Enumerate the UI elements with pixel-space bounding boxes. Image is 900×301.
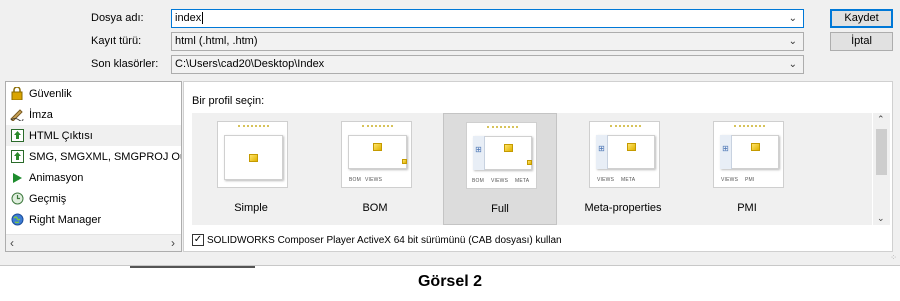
profile-tag: META <box>515 178 530 184</box>
profile-tag: VIEWS <box>721 177 739 183</box>
globe-icon <box>10 213 24 227</box>
profile-thumbnail: ⊞ BOM VIEWS META <box>466 122 537 189</box>
profile-name: Meta-properties <box>584 202 662 214</box>
chevron-down-icon[interactable]: ⌄ <box>789 10 797 27</box>
chevron-down-icon[interactable]: ⌄ <box>789 33 797 50</box>
sidebar-item-right-manager[interactable]: Right Manager <box>6 209 181 230</box>
figure-caption: Görsel 2 <box>417 273 483 290</box>
profile-tile-pmi[interactable]: ⊞ VIEWS PMI PMI <box>691 113 805 225</box>
profile-tag: VIEWS <box>491 178 509 184</box>
history-icon <box>10 192 24 206</box>
sidebar-item-label: SMG, SMGXML, SMGPROJ Outpu <box>29 150 181 163</box>
save-dialog: Dosya adı: index ⌄ Kayıt türü: html (.ht… <box>0 0 900 266</box>
filetype-select[interactable]: html (.html, .htm) ⌄ <box>171 32 804 51</box>
profile-name: PMI <box>737 202 757 214</box>
sidebar-item-label: İmza <box>29 108 53 121</box>
profile-name: Simple <box>234 202 268 214</box>
lock-icon <box>10 87 24 101</box>
profile-tag: VIEWS <box>597 177 615 183</box>
profile-gallery-scrollbar[interactable]: ⌃ ⌄ <box>873 113 890 225</box>
profile-tile-meta-properties[interactable]: ⊞ VIEWS META Meta-properties <box>567 113 681 225</box>
profile-thumbnail: ⊞ VIEWS META <box>589 121 660 188</box>
profile-tag: BOM <box>472 178 484 184</box>
tree-icon: ⊞ <box>720 135 732 169</box>
export-arrow-icon <box>10 150 24 164</box>
profile-tile-full[interactable]: ⊞ BOM VIEWS META Full <box>443 113 557 225</box>
cube-icon <box>249 154 258 162</box>
profile-gallery: Simple BOM VIEWS BOM ⊞ BOM VIEWS META Fu… <box>192 113 872 225</box>
cube-icon <box>751 143 760 151</box>
recent-folders-label: Son klasörler: <box>91 58 159 70</box>
cube-icon <box>504 144 513 152</box>
profile-thumbnail <box>217 121 288 188</box>
profile-thumbnail: ⊞ VIEWS PMI <box>713 121 784 188</box>
sidebar-item-html-output[interactable]: HTML Çıktısı <box>6 125 181 146</box>
cube-icon <box>627 143 636 151</box>
filename-value: index <box>175 12 202 24</box>
sidebar-item-smg-output[interactable]: SMG, SMGXML, SMGPROJ Outpu <box>6 146 181 167</box>
sidebar-item-label: Geçmiş <box>29 192 67 205</box>
recent-folders-value: C:\Users\cad20\Desktop\Index <box>175 58 325 70</box>
scrollbar-thumb[interactable] <box>876 129 887 175</box>
profile-name: Full <box>491 203 509 215</box>
cube-icon <box>373 143 382 151</box>
save-button[interactable]: Kaydet <box>830 9 893 28</box>
sidebar-horizontal-scrollbar[interactable]: ‹ › <box>6 234 181 251</box>
filetype-label: Kayıt türü: <box>91 35 142 47</box>
resize-grip-icon[interactable]: ⁘ <box>890 253 897 262</box>
sidebar-item-label: Right Manager <box>29 213 102 226</box>
profile-label: Bir profil seçin: <box>192 95 265 107</box>
scroll-left-icon[interactable]: ‹ <box>10 236 14 250</box>
filename-input[interactable]: index ⌄ <box>171 9 804 28</box>
cancel-button[interactable]: İptal <box>830 32 893 51</box>
filetype-value: html (.html, .htm) <box>175 35 258 47</box>
activex-checkbox[interactable]: ✓ <box>192 234 204 246</box>
html-output-panel: Bir profil seçin: Simple BOM VIEWS BOM ⊞… <box>183 81 893 252</box>
sidebar-item-label: Animasyon <box>29 171 84 184</box>
sidebar-item-animation[interactable]: Animasyon <box>6 167 181 188</box>
profile-thumbnail: BOM VIEWS <box>341 121 412 188</box>
profile-tile-simple[interactable]: Simple <box>195 113 309 225</box>
divider <box>130 266 255 268</box>
play-icon <box>10 171 24 185</box>
sidebar-item-label: HTML Çıktısı <box>29 129 93 142</box>
export-arrow-icon <box>10 129 24 143</box>
profile-tag: META <box>621 177 636 183</box>
filename-label: Dosya adı: <box>91 12 144 24</box>
sidebar-item-security[interactable]: Güvenlik <box>6 83 181 104</box>
chevron-down-icon[interactable]: ⌄ <box>789 56 797 73</box>
chevron-down-icon[interactable]: ⌄ <box>877 213 885 224</box>
tree-icon: ⊞ <box>473 136 485 170</box>
options-sidebar: Güvenlik İmza HTML Çıktısı SMG, SMGXML, … <box>5 81 182 252</box>
profile-tag: PMI <box>745 177 755 183</box>
profile-tile-bom[interactable]: BOM VIEWS BOM <box>319 113 433 225</box>
signature-icon <box>10 108 24 122</box>
chevron-up-icon[interactable]: ⌃ <box>877 114 885 125</box>
activex-checkbox-label: SOLIDWORKS Composer Player ActiveX 64 bi… <box>207 234 562 246</box>
sidebar-item-signature[interactable]: İmza <box>6 104 181 125</box>
activex-option[interactable]: ✓ SOLIDWORKS Composer Player ActiveX 64 … <box>192 234 562 246</box>
sidebar-item-history[interactable]: Geçmiş <box>6 188 181 209</box>
scroll-right-icon[interactable]: › <box>171 236 175 250</box>
profile-name: BOM <box>362 202 388 214</box>
recent-folders-select[interactable]: C:\Users\cad20\Desktop\Index ⌄ <box>171 55 804 74</box>
sidebar-item-label: Güvenlik <box>29 87 72 100</box>
tree-icon: ⊞ <box>596 135 608 169</box>
profile-tag: VIEWS <box>365 177 383 183</box>
profile-tag: BOM <box>349 177 361 183</box>
